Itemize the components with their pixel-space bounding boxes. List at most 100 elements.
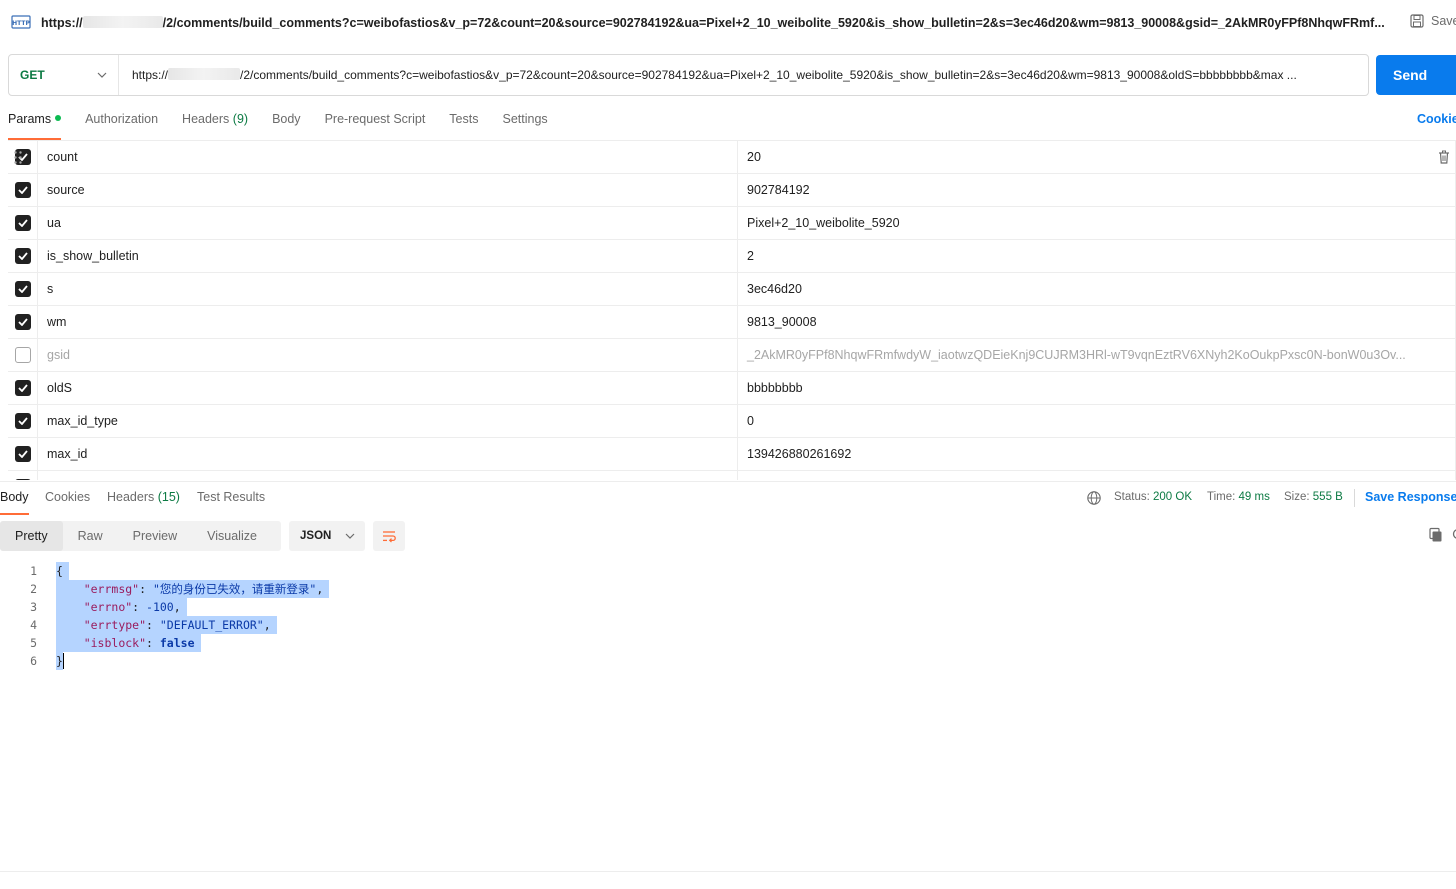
param-checkbox[interactable]: [14, 347, 31, 363]
param-checkbox[interactable]: [14, 314, 31, 330]
save-response-button[interactable]: Save Response: [1365, 490, 1456, 504]
view-preview[interactable]: Preview: [118, 521, 192, 551]
param-checkbox[interactable]: [14, 215, 31, 231]
save-icon: [1410, 14, 1424, 28]
param-value[interactable]: 3ec46d20: [738, 273, 1456, 305]
tab-headers[interactable]: Headers (9): [182, 108, 248, 140]
trash-icon[interactable]: [1438, 150, 1450, 164]
drag-handle-icon[interactable]: [14, 151, 22, 164]
param-value[interactable]: 2: [738, 240, 1456, 272]
param-row[interactable]: oldS bbbbbbbb: [8, 372, 1456, 405]
param-value[interactable]: 902784192: [738, 174, 1456, 206]
param-key[interactable]: s: [38, 273, 738, 305]
size-label: Size:: [1284, 491, 1310, 503]
param-checkbox-cell: [8, 240, 38, 272]
tab-tests[interactable]: Tests: [449, 108, 478, 140]
param-value[interactable]: Pixel+2_10_weibolite_5920: [738, 207, 1456, 239]
size-value[interactable]: 555 B: [1313, 491, 1343, 503]
code-line: 4 "errtype": "DEFAULT_ERROR",: [0, 616, 1456, 634]
checkmark-icon: [17, 219, 28, 227]
wrap-lines-icon: [383, 531, 396, 543]
resp-tab-headers-label: Headers: [107, 490, 155, 504]
title-url-rest: /2/comments/build_comments?c=weibofastio…: [162, 16, 1385, 30]
search-icon[interactable]: [1450, 527, 1456, 543]
param-key[interactable]: is_show_bulletin: [38, 240, 738, 272]
line-number: 1: [30, 564, 37, 578]
param-key[interactable]: wm: [38, 306, 738, 338]
time-value[interactable]: 49 ms: [1239, 491, 1270, 503]
checkmark-icon: [17, 285, 28, 293]
param-value[interactable]: 20: [738, 141, 1456, 173]
resp-tab-body[interactable]: Body: [0, 490, 29, 515]
cookies-link[interactable]: Cookies: [1417, 112, 1456, 126]
resp-tab-test-results[interactable]: Test Results: [197, 490, 265, 504]
status-value[interactable]: 200 OK: [1153, 491, 1192, 503]
json-key: "isblock": [83, 636, 147, 650]
copy-icon[interactable]: [1428, 527, 1444, 543]
param-value[interactable]: 139426880261692: [738, 438, 1456, 470]
format-label: JSON: [300, 530, 332, 542]
tab-settings[interactable]: Settings: [502, 108, 547, 140]
param-row[interactable]: max_id_type 0: [8, 405, 1456, 438]
url-input[interactable]: https:// /2/comments/build_comments?c=wei…: [119, 68, 1368, 82]
param-checkbox[interactable]: [14, 380, 31, 396]
param-row[interactable]: gsid _2AkMR0yFPf8NhqwFRmfwdyW_iaotwzQDEie…: [8, 339, 1456, 372]
param-value[interactable]: _2AkMR0yFPf8NhqwFRmfwdyW_iaotwzQDEieKnj9…: [738, 339, 1456, 371]
checkmark-icon: [17, 186, 28, 194]
param-key[interactable]: [38, 471, 738, 480]
param-row[interactable]: wm 9813_90008: [8, 306, 1456, 339]
param-checkbox[interactable]: [14, 479, 31, 480]
send-button[interactable]: Send: [1376, 55, 1456, 95]
param-key[interactable]: count: [38, 141, 738, 173]
param-checkbox-cell: [8, 273, 38, 305]
param-value[interactable]: 9813_90008: [738, 306, 1456, 338]
resp-tab-headers[interactable]: Headers (15): [107, 490, 180, 504]
save-label: Save: [1431, 14, 1456, 28]
view-pretty[interactable]: Pretty: [0, 521, 63, 551]
param-key[interactable]: gsid: [38, 339, 738, 371]
param-row[interactable]: ua Pixel+2_10_weibolite_5920: [8, 207, 1456, 240]
param-value[interactable]: [738, 471, 1456, 480]
param-row[interactable]: count 20: [8, 141, 1456, 174]
resp-tab-cookies[interactable]: Cookies: [45, 490, 90, 504]
tab-params-label: Params: [8, 112, 52, 126]
param-key[interactable]: ua: [38, 207, 738, 239]
line-number: 5: [30, 636, 37, 650]
param-key[interactable]: max_id: [38, 438, 738, 470]
save-button[interactable]: Save: [1410, 14, 1456, 28]
json-key: "errtype": [83, 618, 147, 632]
response-body[interactable]: 1 { 2 "errmsg": "您的身份已失效，请重新登录", 3 "errn…: [0, 562, 1456, 670]
wrap-lines-button[interactable]: [373, 521, 405, 551]
format-select[interactable]: JSON: [289, 521, 365, 551]
request-title[interactable]: https:// /2/comments/build_comments?c=wei…: [41, 16, 1385, 30]
param-value[interactable]: 0: [738, 405, 1456, 437]
param-row[interactable]: max_id 139426880261692: [8, 438, 1456, 471]
tab-params[interactable]: Params: [8, 108, 62, 140]
param-key[interactable]: oldS: [38, 372, 738, 404]
tab-authorization[interactable]: Authorization: [85, 108, 158, 140]
param-row[interactable]: s 3ec46d20: [8, 273, 1456, 306]
param-row[interactable]: [8, 471, 1456, 480]
open-brace: {: [56, 564, 63, 578]
tab-prerequest-script[interactable]: Pre-request Script: [325, 108, 426, 140]
globe-icon[interactable]: [1086, 490, 1102, 506]
param-checkbox[interactable]: [14, 248, 31, 264]
method-select[interactable]: GET: [9, 55, 119, 95]
checkmark-icon: [17, 252, 28, 260]
tab-body[interactable]: Body: [272, 108, 301, 140]
param-key[interactable]: source: [38, 174, 738, 206]
param-row[interactable]: source 902784192: [8, 174, 1456, 207]
param-checkbox[interactable]: [14, 413, 31, 429]
json-value: false: [159, 636, 195, 650]
param-row[interactable]: is_show_bulletin 2: [8, 240, 1456, 273]
param-checkbox[interactable]: [14, 281, 31, 297]
text-cursor: [63, 653, 64, 669]
param-value[interactable]: bbbbbbbb: [738, 372, 1456, 404]
code-line: 1 {: [0, 562, 1456, 580]
view-visualize[interactable]: Visualize: [192, 521, 272, 551]
param-key[interactable]: max_id_type: [38, 405, 738, 437]
param-checkbox[interactable]: [14, 446, 31, 462]
param-checkbox[interactable]: [14, 182, 31, 198]
view-raw[interactable]: Raw: [63, 521, 118, 551]
redacted-host: [168, 68, 241, 80]
